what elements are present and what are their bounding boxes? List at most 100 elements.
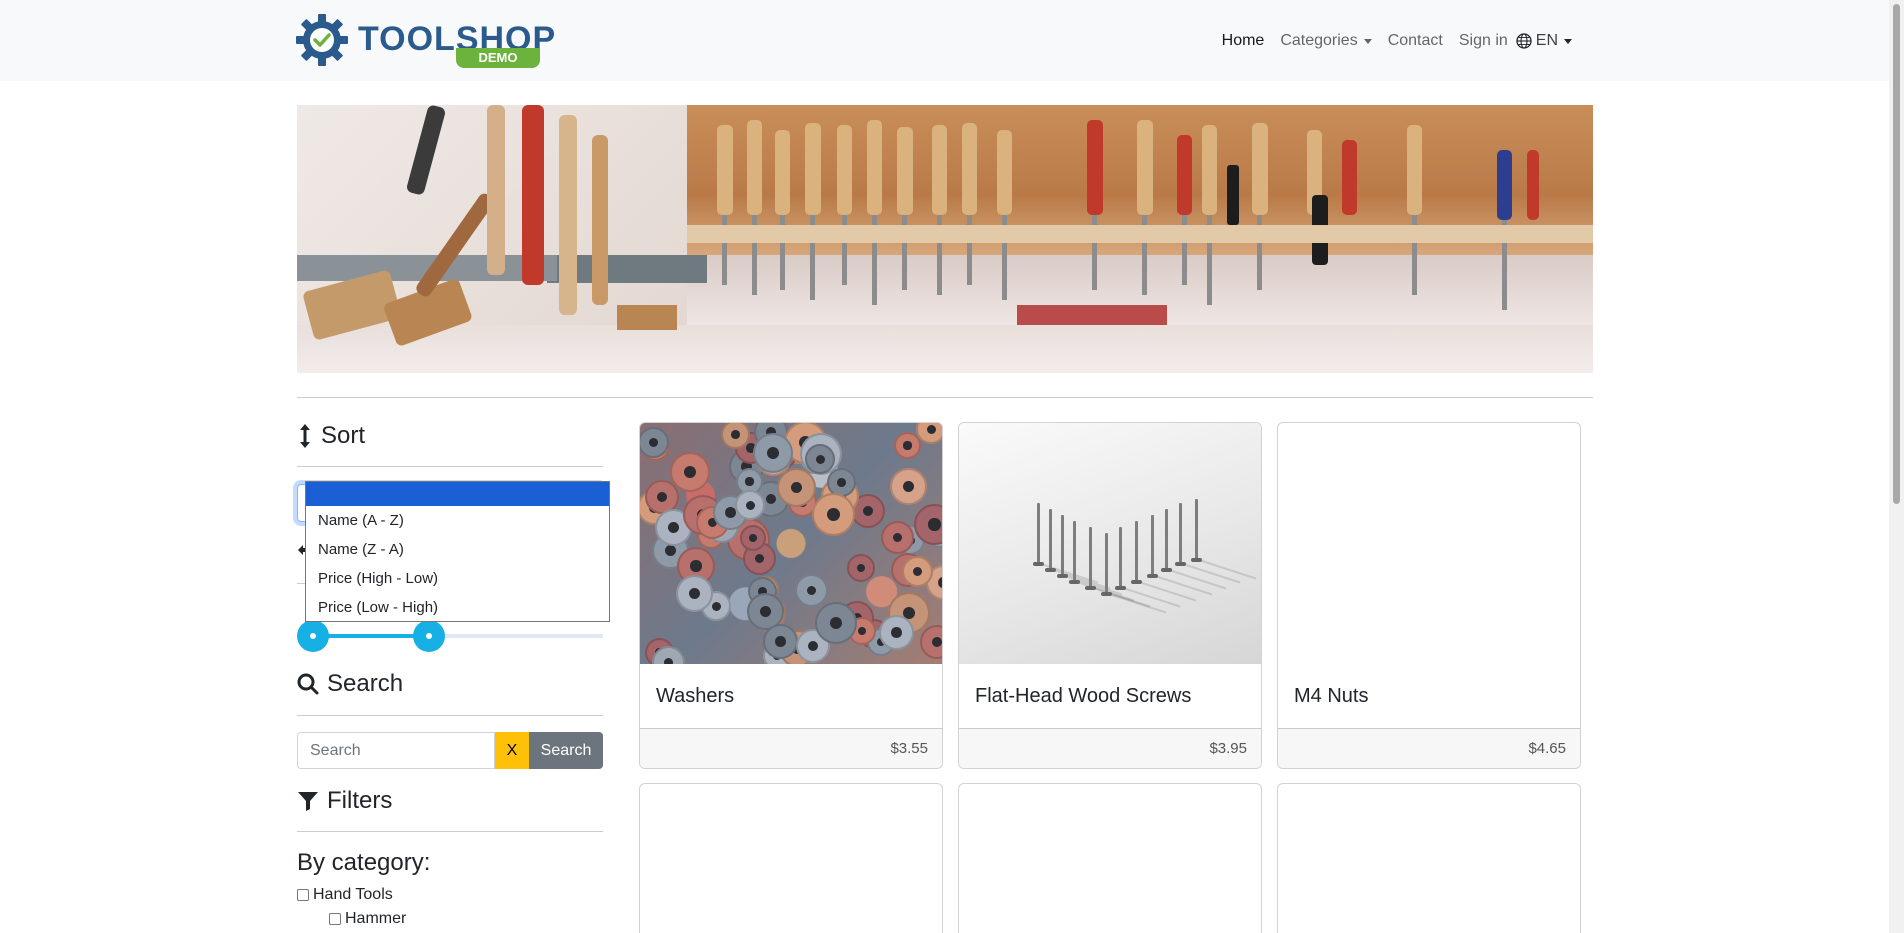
product-card[interactable] xyxy=(639,783,943,933)
washer-shape xyxy=(777,468,816,507)
product-image-placeholder xyxy=(1278,423,1580,664)
search-button[interactable]: Search xyxy=(529,732,603,769)
search-icon xyxy=(297,673,319,695)
sort-option-price-desc[interactable]: Price (High - Low) xyxy=(306,564,609,593)
washer-shape xyxy=(670,452,710,492)
product-card[interactable]: Flat-Head Wood Screws $3.95 xyxy=(958,422,1262,769)
clear-search-button[interactable]: X xyxy=(495,732,529,769)
screw-shape xyxy=(1085,527,1096,590)
nav-signin[interactable]: Sign in xyxy=(1451,30,1516,52)
washer-shape xyxy=(676,575,713,612)
sort-arrows-icon xyxy=(300,424,310,448)
screw-shadow xyxy=(1154,575,1213,596)
screw-shape xyxy=(1057,515,1068,578)
scrollbar-thumb[interactable] xyxy=(1893,4,1900,504)
category-label: Hand Tools xyxy=(313,886,393,903)
screw-shape xyxy=(1101,533,1112,596)
globe-icon xyxy=(1516,33,1532,49)
washer-shape xyxy=(902,556,933,587)
filters-heading: Filters xyxy=(297,787,392,815)
screw-shape xyxy=(1033,503,1044,566)
chevron-down-icon xyxy=(1564,38,1572,44)
toolshop-logo[interactable]: TOOLSHOP DEMO xyxy=(296,12,555,70)
washer-shape xyxy=(735,490,765,520)
product-card[interactable] xyxy=(958,783,1262,933)
nav-signin-label: Sign in xyxy=(1458,32,1508,49)
screw-shadow xyxy=(1122,587,1181,608)
brand-word-left: TOOL xyxy=(358,20,456,58)
product-card[interactable] xyxy=(1277,783,1581,933)
product-price: $3.55 xyxy=(890,740,928,757)
category-checkbox[interactable] xyxy=(297,889,309,901)
gear-check-icon xyxy=(296,14,348,66)
language-label: EN xyxy=(1535,32,1558,49)
by-category-heading: By category: xyxy=(297,849,431,876)
nav-home[interactable]: Home xyxy=(1214,30,1273,52)
washer-shape xyxy=(812,493,855,536)
screw-shape xyxy=(1131,521,1142,584)
sort-option-blank[interactable] xyxy=(306,482,609,506)
category-hand-tools[interactable]: Hand Tools xyxy=(297,886,393,904)
divider xyxy=(297,831,603,832)
screw-shadow xyxy=(1182,563,1241,584)
product-price-footer: $3.95 xyxy=(959,728,1261,768)
product-name: M4 Nuts xyxy=(1294,684,1369,707)
product-price: $3.95 xyxy=(1209,740,1247,757)
search-input[interactable]: Search xyxy=(297,732,495,769)
screw-shadow xyxy=(1108,593,1167,614)
category-checkbox[interactable] xyxy=(329,913,341,925)
demo-badge: DEMO xyxy=(456,48,540,68)
sort-heading-label: Sort xyxy=(321,422,366,449)
filter-icon xyxy=(298,792,318,811)
washer-shape xyxy=(815,602,857,644)
price-range-max-handle[interactable] xyxy=(413,620,445,652)
product-card[interactable]: M4 Nuts $4.65 xyxy=(1277,422,1581,769)
washer-shape xyxy=(879,615,914,650)
product-card[interactable]: Washers $3.55 xyxy=(639,422,943,769)
filters-heading-label: Filters xyxy=(327,787,393,814)
product-price-footer: $4.65 xyxy=(1278,728,1580,768)
screw-shape xyxy=(1191,499,1202,562)
product-name: Flat-Head Wood Screws xyxy=(975,684,1192,707)
nav-categories[interactable]: Categories xyxy=(1272,30,1379,52)
product-name: Washers xyxy=(656,684,735,707)
washer-shape xyxy=(881,521,914,554)
screw-shape xyxy=(1161,509,1172,572)
sort-option-price-asc[interactable]: Price (Low - High) xyxy=(306,593,609,622)
sort-heading: Sort xyxy=(297,422,365,450)
sort-dropdown-list: Name (A - Z) Name (Z - A) Price (High - … xyxy=(305,481,610,622)
washer-shape xyxy=(920,625,942,659)
washer-shape xyxy=(894,432,921,459)
page-scrollbar[interactable] xyxy=(1889,0,1904,933)
washer-shape xyxy=(740,525,766,551)
product-price: $4.65 xyxy=(1528,740,1566,757)
language-selector[interactable]: EN xyxy=(1516,30,1580,52)
divider xyxy=(297,466,603,467)
screw-shape xyxy=(1069,521,1080,584)
price-range-min-handle[interactable] xyxy=(297,620,329,652)
search-button-label: Search xyxy=(540,741,592,759)
search-placeholder: Search xyxy=(310,741,361,759)
price-range-fill xyxy=(313,634,429,638)
search-heading-label: Search xyxy=(327,670,404,697)
washer-shape xyxy=(890,468,927,505)
sort-option-name-desc[interactable]: Name (Z - A) xyxy=(306,535,609,564)
washer-shape xyxy=(847,554,875,582)
screw-shape xyxy=(1115,527,1126,590)
screw-shape xyxy=(1175,503,1186,566)
washer-shape xyxy=(753,433,793,473)
nav-home-label: Home xyxy=(1221,32,1265,49)
chevron-down-icon xyxy=(1363,38,1372,44)
search-heading: Search xyxy=(297,670,403,698)
sort-option-name-asc[interactable]: Name (A - Z) xyxy=(306,506,609,535)
category-label: Hammer xyxy=(345,910,407,927)
screw-shape xyxy=(1147,515,1158,578)
nav-contact[interactable]: Contact xyxy=(1380,30,1451,52)
washer-shape xyxy=(805,444,835,474)
product-image-washers xyxy=(640,423,942,664)
divider xyxy=(297,715,603,716)
search-group: Search X Search xyxy=(297,732,603,769)
washer-shape xyxy=(763,624,798,659)
product-price-footer: $3.55 xyxy=(640,728,942,768)
category-hammer[interactable]: Hammer xyxy=(329,910,406,928)
